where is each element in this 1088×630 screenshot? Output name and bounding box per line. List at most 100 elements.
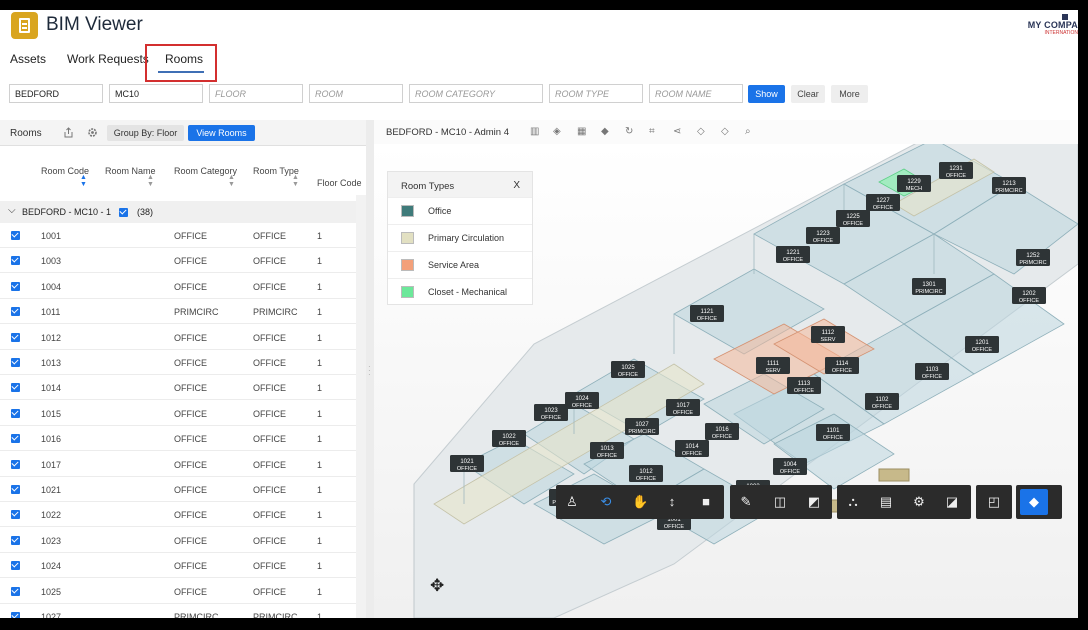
room-tag[interactable]: 1113OFFICE (787, 377, 821, 394)
layers-icon[interactable]: ◈ (553, 126, 561, 137)
row-checkbox[interactable] (11, 510, 20, 520)
room-type-field[interactable]: ROOM TYPE (549, 84, 643, 103)
room-tag[interactable]: 1111SERV (756, 357, 790, 374)
row-checkbox[interactable] (11, 485, 20, 494)
floor-field[interactable]: FLOOR (209, 84, 303, 103)
row-checkbox[interactable] (11, 307, 20, 317)
room-tag[interactable]: 1213PRIMCIRC (992, 177, 1026, 194)
table-row[interactable]: 1027 PRIMCIRC PRIMCIRC 1 (0, 604, 356, 618)
table-row[interactable]: 1001 OFFICE OFFICE 1 (0, 223, 356, 248)
room-tag[interactable]: 1103OFFICE (915, 363, 949, 380)
table-row[interactable]: 1017 OFFICE OFFICE 1 (0, 452, 356, 477)
table-row[interactable]: 1025 OFFICE OFFICE 1 (0, 579, 356, 604)
search-icon[interactable]: ⌕ (745, 126, 751, 137)
room-tag[interactable]: 1102OFFICE (865, 393, 899, 410)
sort-room-name-icon[interactable]: ▲ ▼ (147, 174, 154, 188)
row-checkbox[interactable] (11, 231, 20, 240)
tab-assets[interactable]: Assets (10, 52, 46, 66)
tag-icon[interactable]: ◆ (601, 126, 609, 137)
export-icon[interactable] (63, 127, 74, 138)
column-floor-code[interactable]: Floor Code (317, 177, 362, 189)
grid-icon[interactable]: ▦ (577, 126, 586, 137)
table-row[interactable]: 1021 OFFICE OFFICE 1 (0, 477, 356, 502)
room-tag[interactable]: 1202OFFICE (1012, 287, 1046, 304)
row-checkbox[interactable] (11, 434, 20, 444)
building-field[interactable]: MC10 (109, 84, 203, 103)
table-row[interactable]: 1011 PRIMCIRC PRIMCIRC 1 (0, 299, 356, 325)
room-field[interactable]: ROOM (309, 84, 403, 103)
sort-room-category-icon[interactable]: ▲ ▼ (228, 174, 235, 188)
room-tag[interactable]: 1252PRIMCIRC (1016, 249, 1050, 266)
bookmark-icon[interactable]: ▥ (530, 126, 539, 137)
row-checkbox[interactable] (11, 256, 20, 266)
site-field[interactable]: BEDFORD (9, 84, 103, 103)
room-tag[interactable]: 1016OFFICE (705, 423, 739, 440)
group-checkbox[interactable] (119, 208, 128, 217)
table-row[interactable]: 1024 OFFICE OFFICE 1 (0, 553, 356, 579)
room-tag[interactable]: 1114OFFICE (825, 357, 859, 374)
share-icon[interactable]: ⋖ (673, 126, 681, 137)
rooms-scrollbar[interactable] (356, 195, 366, 618)
room-tag[interactable]: 1027PRIMCIRC (625, 418, 659, 435)
settings-gear-icon[interactable] (87, 127, 98, 138)
measure-icon[interactable]: ⌗ (649, 126, 655, 137)
row-checkbox[interactable] (11, 281, 20, 291)
show-button[interactable]: Show (748, 85, 785, 103)
row-checkbox[interactable] (11, 535, 20, 545)
table-row[interactable]: 1004 OFFICE OFFICE 1 (0, 274, 356, 299)
room-tag[interactable]: 1004OFFICE (773, 458, 807, 475)
row-checkbox[interactable] (11, 459, 20, 469)
legend-close-button[interactable]: X (513, 180, 520, 191)
explode-model-icon[interactable]: ◩ (806, 494, 822, 510)
room-tag[interactable]: 1012OFFICE (629, 465, 663, 482)
sort-room-code-icon[interactable]: ▲ ▼ (80, 174, 87, 188)
row-checkbox[interactable] (11, 383, 20, 393)
room-tag[interactable]: 1014OFFICE (675, 440, 709, 457)
room-tag[interactable]: 1021OFFICE (450, 455, 484, 472)
room-tag[interactable]: 1013OFFICE (590, 442, 624, 459)
properties-icon[interactable]: ▤ (878, 494, 894, 510)
bim-3d-viewer[interactable]: BEDFORD - MC10 - Admin 4 ▥ ◈ ▦ ◆ ↻ ⌗ ⋖ ◇… (374, 120, 1078, 618)
view-rooms-button[interactable]: View Rooms (188, 125, 255, 141)
room-tag[interactable]: 1022OFFICE (492, 430, 526, 447)
camera-icon[interactable]: ■ (698, 494, 714, 510)
room-tag[interactable]: 1121OFFICE (690, 305, 724, 322)
clear-button[interactable]: Clear (791, 85, 825, 103)
tab-work-requests[interactable]: Work Requests (67, 52, 149, 66)
2d-view-icon[interactable]: ◰ (986, 494, 1002, 510)
row-checkbox[interactable] (11, 586, 20, 596)
tags-icon[interactable]: ◆ (1026, 494, 1042, 510)
orbit-icon[interactable]: ⟲ (598, 494, 614, 510)
chevron-down-icon[interactable]: ⌵ (8, 205, 16, 216)
panel-splitter[interactable]: · · · (366, 120, 374, 618)
row-checkbox[interactable] (11, 561, 20, 571)
room-tag[interactable]: 1023OFFICE (534, 404, 568, 421)
room-tag[interactable]: 1221OFFICE (776, 246, 810, 263)
refresh-icon[interactable]: ↻ (625, 126, 633, 137)
room-tag[interactable]: 1024OFFICE (565, 392, 599, 409)
row-checkbox[interactable] (11, 612, 20, 618)
room-name-field[interactable]: ROOM NAME (649, 84, 743, 103)
table-row[interactable]: 1014 OFFICE OFFICE 1 (0, 375, 356, 401)
model-tree-icon[interactable]: ⛬ (845, 494, 861, 510)
room-tag[interactable]: 1225OFFICE (836, 210, 870, 227)
room-tag[interactable]: 1201OFFICE (965, 336, 999, 353)
table-row[interactable]: 1013 OFFICE OFFICE 1 (0, 350, 356, 375)
table-row[interactable]: 1015 OFFICE OFFICE 1 (0, 401, 356, 426)
settings-icon[interactable]: ⚙ (911, 494, 927, 510)
room-tag[interactable]: 1229MECH (897, 175, 931, 192)
room-tag[interactable]: 1301PRIMCIRC (912, 278, 946, 295)
table-row[interactable]: 1003 OFFICE OFFICE 1 (0, 248, 356, 274)
sort-room-type-icon[interactable]: ▲ ▼ (292, 174, 299, 188)
walk-icon[interactable]: ♙ (564, 494, 580, 510)
measure-pencil-icon[interactable]: ✎ (738, 494, 754, 510)
pan-hand-icon[interactable]: ✋ (632, 494, 648, 510)
group-by-floor-button[interactable]: Group By: Floor (107, 125, 184, 141)
room-tag[interactable]: 1227OFFICE (866, 194, 900, 211)
room-tag[interactable]: 1017OFFICE (666, 399, 700, 416)
row-checkbox[interactable] (11, 358, 20, 367)
section-icon[interactable]: ◇ (697, 126, 705, 137)
room-tag[interactable]: 1112SERV (811, 326, 845, 343)
row-checkbox[interactable] (11, 332, 20, 342)
explode-icon[interactable]: ◇ (721, 126, 729, 137)
